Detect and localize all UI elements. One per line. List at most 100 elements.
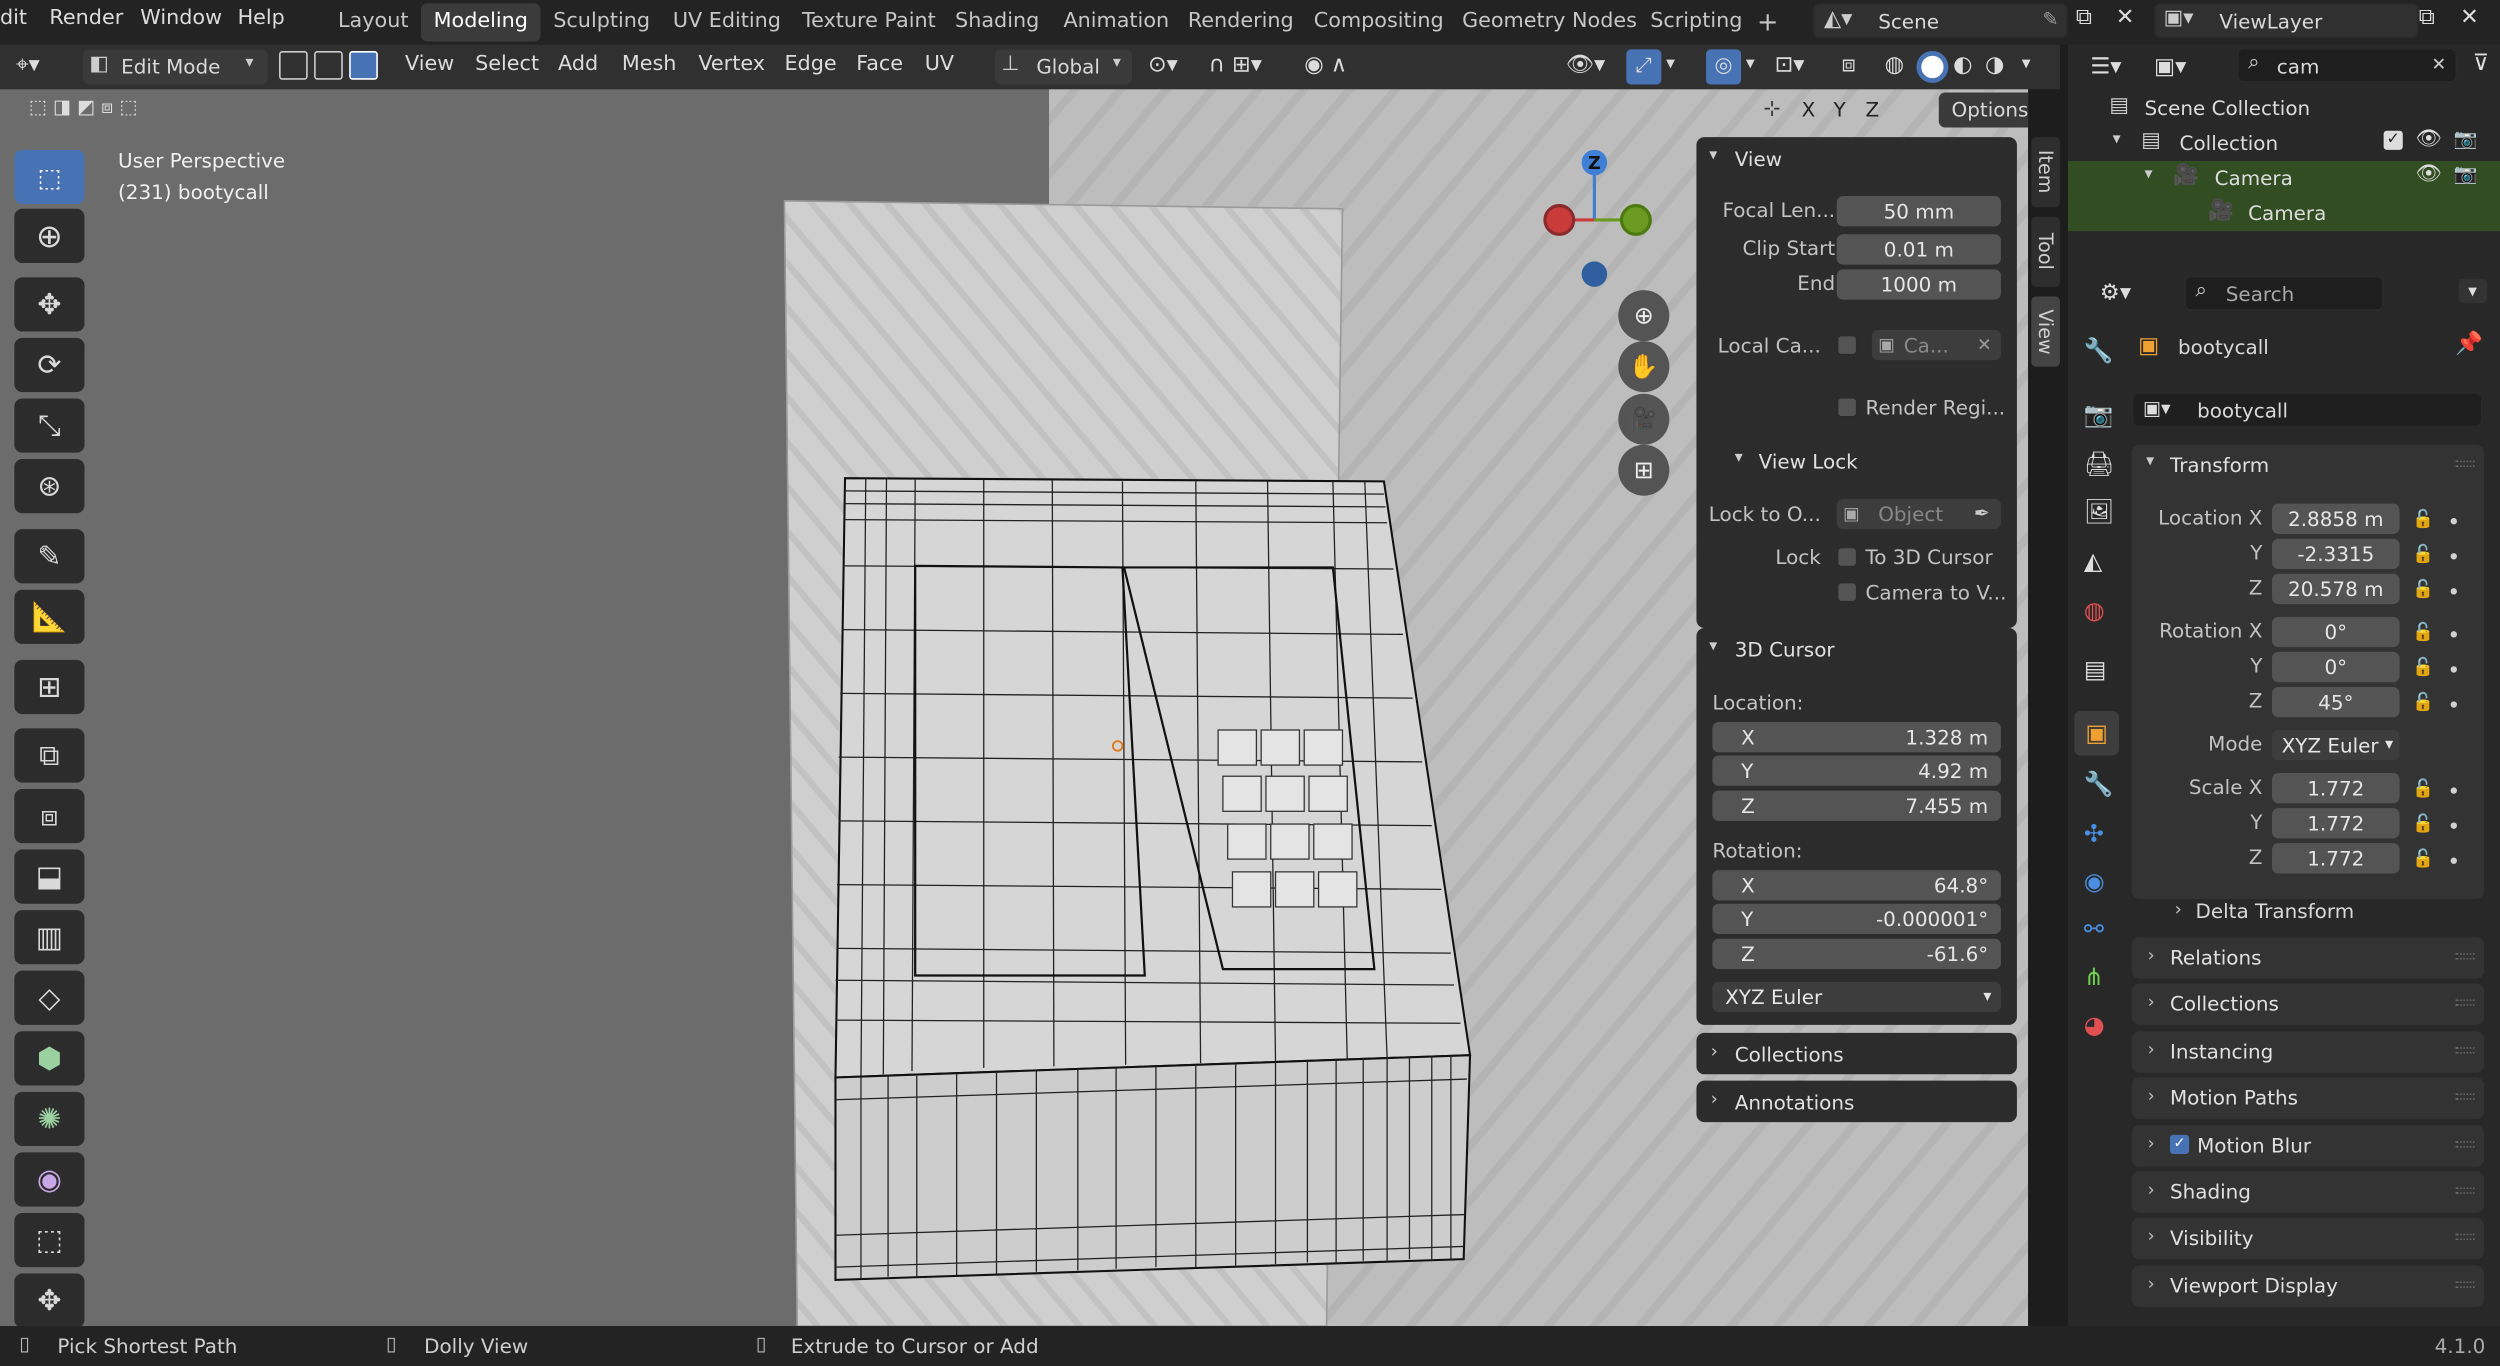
view-layer-tab-icon[interactable]: 🖼: [2084, 497, 2114, 526]
properties-search-input[interactable]: Search: [2226, 282, 2294, 306]
eye-icon[interactable]: 👁: [2416, 128, 2442, 152]
outliner-row[interactable]: ▤ Scene Collection: [2068, 91, 2500, 126]
chevron-down-icon[interactable]: ▾: [2146, 453, 2154, 471]
lock-to-cursor-checkbox[interactable]: [1836, 546, 1858, 568]
editor-type-icon[interactable]: ☰▾: [2090, 54, 2121, 80]
drag-grip-icon[interactable]: [2455, 1093, 2475, 1100]
face-select-icon[interactable]: [349, 51, 378, 80]
lock-icon[interactable]: 🔓: [2412, 848, 2434, 869]
scale-z-field[interactable]: 1.772: [2272, 843, 2400, 874]
location-x-field[interactable]: 2.8858 m: [2272, 503, 2400, 534]
tab-texture-paint[interactable]: Texture Paint: [789, 3, 948, 41]
zoom-icon[interactable]: ⊕: [1618, 290, 1670, 342]
outliner-row[interactable]: ▾ 🎥 Camera 👁 📷: [2067, 160, 2500, 197]
loop-cut-tool[interactable]: ▥: [14, 910, 85, 965]
keyframe-dot-icon[interactable]: [2450, 553, 2457, 560]
chevron-down-icon[interactable]: ▾: [2458, 278, 2487, 303]
xray-icon[interactable]: ⧈: [1842, 53, 1856, 79]
close-icon[interactable]: ✕: [1977, 330, 1992, 360]
drag-grip-icon[interactable]: [2455, 1187, 2475, 1194]
tab-animation[interactable]: Animation: [1051, 3, 1182, 41]
menu-render[interactable]: Render: [49, 6, 123, 30]
lock-icon[interactable]: 🔓: [2412, 778, 2434, 799]
chevron-down-icon[interactable]: ▾: [1735, 449, 1743, 467]
section-instancing[interactable]: › Instancing: [2131, 1031, 2485, 1073]
axis-y-toggle[interactable]: Y: [1834, 97, 1846, 121]
menu-edit[interactable]: dit: [0, 6, 27, 30]
lock-icon[interactable]: 🔓: [2412, 657, 2434, 678]
drag-grip-icon[interactable]: [2455, 1047, 2475, 1054]
world-tab-icon[interactable]: ◍: [2084, 596, 2105, 625]
new-viewlayer-icon[interactable]: ⧉: [2419, 5, 2435, 31]
pin-icon[interactable]: 📌: [2455, 332, 2483, 358]
chevron-down-icon[interactable]: ▾: [1709, 638, 1717, 656]
clip-end-field[interactable]: 1000 m: [1836, 269, 2001, 300]
remove-viewlayer-icon[interactable]: ✕: [2460, 5, 2479, 31]
focal-length-field[interactable]: 50 mm: [1836, 196, 2001, 227]
scale-x-field[interactable]: 1.772: [2272, 773, 2400, 804]
outliner-search[interactable]: ⌕ cam ✕: [2236, 47, 2457, 83]
menu-window[interactable]: Window: [140, 6, 222, 30]
lock-to-object-field[interactable]: ▣ Object ✒: [1836, 498, 2001, 530]
camera-view-icon[interactable]: 🎥: [1618, 393, 1670, 445]
display-mode-icon[interactable]: ▣▾: [2154, 54, 2186, 80]
3d-cursor-title[interactable]: 3D Cursor: [1735, 638, 1835, 662]
filter-icon[interactable]: ⊽: [2473, 51, 2489, 77]
tab-sculpting[interactable]: Sculpting: [541, 3, 663, 41]
poly-build-tool[interactable]: ⬢: [14, 1031, 85, 1086]
proportional-edit-icon[interactable]: ◉ ∧: [1304, 53, 1347, 79]
properties-search[interactable]: ⌕ Search: [2184, 275, 2384, 311]
clip-start-field[interactable]: 0.01 m: [1836, 234, 2001, 265]
rotation-x-field[interactable]: 0°: [2272, 616, 2400, 648]
material-tab-icon[interactable]: ◕: [2084, 1011, 2105, 1040]
editor-type-icon[interactable]: ⌖▾: [16, 53, 40, 79]
tab-layout[interactable]: Layout: [325, 3, 421, 41]
keyframe-dot-icon[interactable]: [2450, 787, 2457, 794]
extrude-tool[interactable]: ⧉: [14, 728, 85, 783]
tab-item[interactable]: Item: [2031, 137, 2060, 208]
drag-grip-icon[interactable]: [2455, 460, 2475, 468]
chevron-right-icon[interactable]: ›: [2175, 899, 2182, 920]
cursor-rotation-z[interactable]: Z -61.6°: [1712, 938, 2001, 970]
rotate-tool[interactable]: ⟳: [14, 337, 85, 393]
section-motion-blur[interactable]: › ✓ Motion Blur: [2131, 1125, 2485, 1167]
menu-select[interactable]: Select: [475, 53, 539, 77]
solid-shading-icon[interactable]: [1916, 51, 1949, 83]
object-name-field[interactable]: ▣▾ bootycall: [2131, 392, 2483, 428]
scene-selector[interactable]: ◭▾ Scene ✎: [1812, 3, 2068, 39]
cursor-tool[interactable]: ⊕: [14, 208, 85, 263]
menu-face[interactable]: Face: [856, 53, 903, 77]
keyframe-dot-icon[interactable]: [2450, 518, 2457, 525]
cursor-rotation-y[interactable]: Y -0.000001°: [1712, 903, 2001, 935]
local-camera-checkbox[interactable]: [1836, 334, 1858, 356]
object-tab-icon[interactable]: ▣: [2074, 710, 2119, 756]
rotation-y-field[interactable]: 0°: [2272, 651, 2400, 683]
keyframe-dot-icon[interactable]: [2450, 822, 2457, 829]
modifier-tab-icon[interactable]: 🔧: [2084, 770, 2114, 799]
eye-icon[interactable]: 👁: [2416, 163, 2442, 187]
rendered-shading-icon[interactable]: ◑: [1985, 53, 2004, 79]
pivot-point-icon[interactable]: ⊙▾: [1148, 53, 1178, 79]
tab-uv-editing[interactable]: UV Editing: [660, 3, 794, 41]
annotations-panel[interactable]: › Annotations: [1696, 1080, 2017, 1123]
section-motion-paths[interactable]: › Motion Paths: [2131, 1077, 2485, 1119]
gizmo-toggle-icon[interactable]: ⤢: [1626, 49, 1662, 85]
axis-z-toggle[interactable]: Z: [1865, 97, 1879, 121]
scale-tool[interactable]: ⤡: [14, 398, 85, 453]
clear-search-icon[interactable]: ✕: [2431, 54, 2446, 75]
menu-vertex[interactable]: Vertex: [698, 53, 765, 77]
collections-panel[interactable]: › Collections: [1696, 1032, 2017, 1075]
edge-select-icon[interactable]: [314, 51, 343, 80]
rotation-z-field[interactable]: 45°: [2272, 686, 2400, 718]
eyedropper-icon[interactable]: ✒: [1974, 499, 1990, 529]
smooth-tool[interactable]: ◉: [14, 1152, 85, 1207]
wireframe-shading-icon[interactable]: ◍: [1885, 53, 1904, 79]
location-z-field[interactable]: 20.578 m: [2272, 573, 2400, 605]
snap-icon[interactable]: ∩ ⊞▾: [1209, 53, 1262, 79]
annotate-tool[interactable]: ✎: [14, 529, 85, 584]
location-y-field[interactable]: -2.3315: [2272, 538, 2400, 570]
orientation-selector[interactable]: ⊥ Global ▾: [994, 49, 1133, 85]
mesh-edit-overlays-icon[interactable]: ⊡▾: [1775, 53, 1805, 79]
lock-icon[interactable]: 🔓: [2412, 622, 2434, 643]
data-tab-icon[interactable]: ⋔: [2084, 963, 2104, 992]
